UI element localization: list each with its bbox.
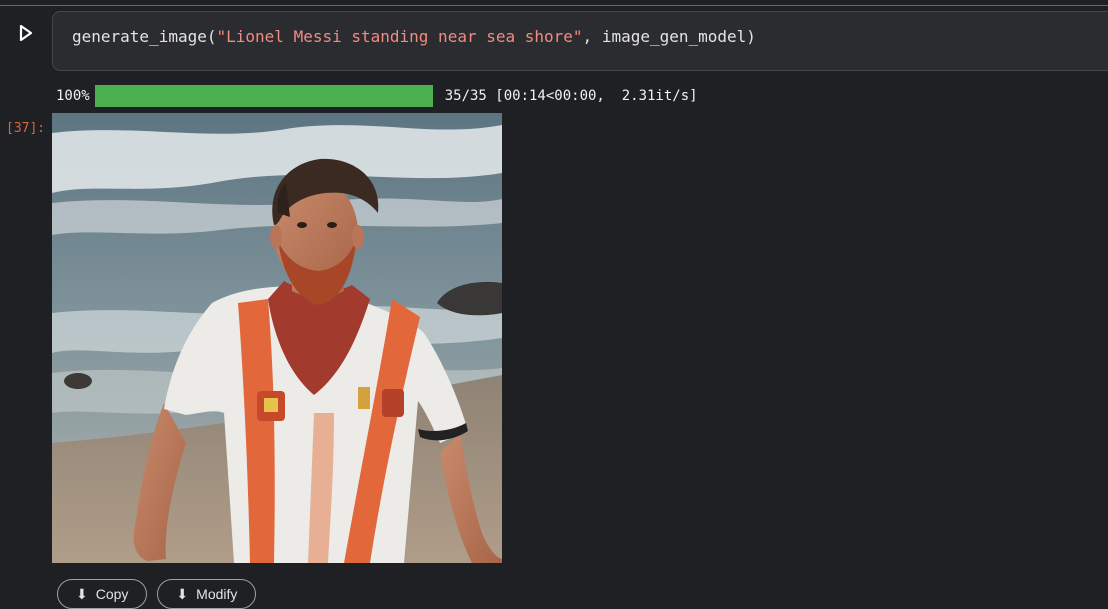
execution-count: [37]: <box>6 121 46 136</box>
progress-output: 100% 35/35 [00:14<00:00, 2.31it/s] <box>56 85 698 107</box>
code-arguments: , image_gen_model) <box>582 27 756 46</box>
run-cell-button[interactable] <box>12 20 40 46</box>
code-line: generate_image("Lionel Messi standing ne… <box>72 27 756 46</box>
cell-focus-rule <box>0 0 1108 6</box>
progress-percent: 100% <box>56 88 90 104</box>
progress-bar <box>94 85 433 107</box>
copy-icon: ⬇ <box>76 586 88 602</box>
progress-bar-fill <box>94 85 433 107</box>
modify-button-label: Modify <box>196 586 238 602</box>
copy-button-label: Copy <box>95 586 129 602</box>
code-string-literal: "Lionel Messi standing near sea shore" <box>216 27 583 46</box>
generated-image <box>52 113 502 563</box>
output-action-bar: ⬇ Copy ⬇ Modify <box>57 579 257 609</box>
edit-icon: ⬇ <box>176 586 189 602</box>
play-icon <box>19 25 33 41</box>
progress-stats: 35/35 [00:14<00:00, 2.31it/s] <box>444 88 698 104</box>
code-function-call: generate_image( <box>72 27 217 46</box>
generated-image-render <box>52 113 502 563</box>
code-cell-editor[interactable]: generate_image("Lionel Messi standing ne… <box>52 11 1108 71</box>
modify-button[interactable]: ⬇ Modify <box>157 579 257 609</box>
copy-button[interactable]: ⬇ Copy <box>57 579 148 609</box>
